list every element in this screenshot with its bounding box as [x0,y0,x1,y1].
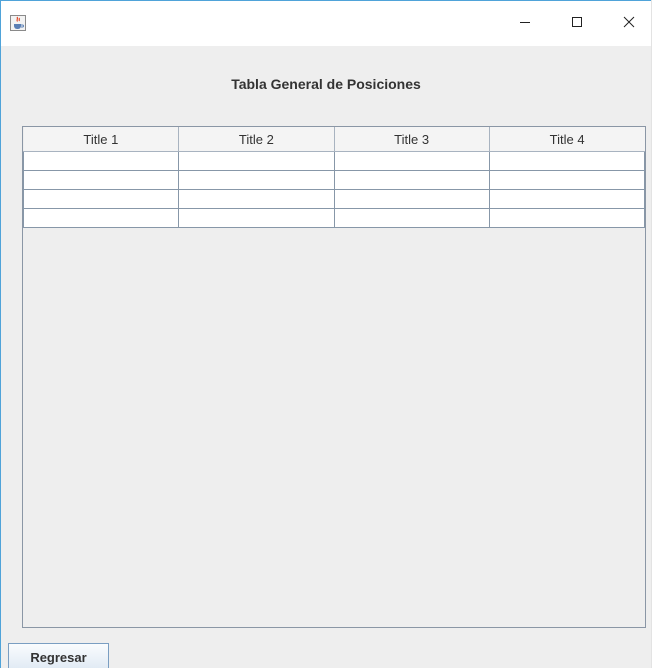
column-header[interactable]: Title 1 [23,127,180,152]
maximize-button[interactable] [554,1,600,47]
close-icon [623,15,635,33]
column-header[interactable]: Title 4 [489,127,645,152]
table-row[interactable] [22,170,646,190]
table-cell[interactable] [178,189,335,209]
table-cell[interactable] [178,208,335,228]
table-row[interactable] [22,208,646,228]
table-cell[interactable] [488,170,646,190]
minimize-button[interactable] [502,1,548,47]
table-header-row: Title 1 Title 2 Title 3 Title 4 [23,127,645,152]
table-cell[interactable] [333,170,490,190]
table-cell[interactable] [488,151,646,171]
table-cell[interactable] [333,151,490,171]
table-cell[interactable] [22,189,180,209]
maximize-icon [571,15,583,33]
table-cell[interactable] [333,208,490,228]
table-cell[interactable] [488,189,646,209]
table-cell[interactable] [333,189,490,209]
table-cell[interactable] [22,151,180,171]
table-scroll-pane[interactable]: Title 1 Title 2 Title 3 Title 4 [22,126,646,628]
positions-table[interactable]: Title 1 Title 2 Title 3 Title 4 [22,127,646,228]
table-row[interactable] [22,189,646,209]
table-cell[interactable] [22,208,180,228]
table-cell[interactable] [178,170,335,190]
table-cell[interactable] [488,208,646,228]
close-button[interactable] [606,1,651,47]
table-cell[interactable] [178,151,335,171]
java-cup-icon [10,15,26,31]
column-header[interactable]: Title 2 [178,127,335,152]
column-header[interactable]: Title 3 [334,127,490,152]
table-cell[interactable] [22,170,180,190]
title-bar[interactable] [1,0,651,46]
table-row[interactable] [22,151,646,171]
minimize-icon [519,15,531,33]
app-window: Tabla General de Posiciones Title 1 Titl… [0,0,652,668]
back-button[interactable]: Regresar [8,643,109,668]
page-title: Tabla General de Posiciones [231,76,421,92]
